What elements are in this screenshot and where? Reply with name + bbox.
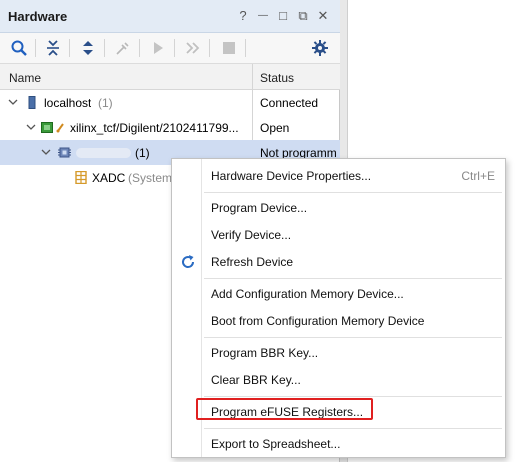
menu-item-verify-device[interactable]: Verify Device...	[172, 222, 505, 248]
chevron-down-icon[interactable]	[41, 147, 51, 157]
highlight-annotation-box	[196, 398, 373, 420]
step-icon[interactable]	[184, 39, 202, 57]
table-row[interactable]: localhost (1) Connected	[0, 90, 340, 115]
hardware-toolbar	[0, 33, 340, 64]
menu-separator	[204, 396, 502, 397]
menu-item-label: Boot from Configuration Memory Device	[211, 314, 425, 328]
search-icon[interactable]	[10, 39, 28, 57]
row-status: Connected	[260, 96, 319, 110]
restore-icon[interactable]: □	[276, 9, 290, 23]
menu-item-clear-bbr-key[interactable]: Clear BBR Key...	[172, 367, 505, 393]
row-name: XADC	[92, 171, 126, 185]
chevron-down-icon[interactable]	[26, 122, 36, 132]
board-icon	[41, 122, 53, 133]
minimize-icon[interactable]: —	[256, 9, 270, 23]
plug-icon[interactable]	[114, 39, 132, 57]
column-header-name[interactable]: Name	[9, 71, 41, 85]
row-status: Open	[260, 121, 290, 135]
table-row[interactable]: xilinx_tcf/Digilent/2102411799... Open	[0, 115, 340, 140]
menu-item-refresh-device[interactable]: Refresh Device	[172, 249, 505, 275]
chip-icon	[58, 147, 71, 158]
menu-item-label: Clear BBR Key...	[211, 373, 301, 387]
row-count: (1)	[135, 146, 150, 160]
menu-item-label: Hardware Device Properties...	[211, 169, 372, 183]
menu-separator	[204, 278, 502, 279]
panel-title-bar: Hardware ? — □ ⧉ ✕	[0, 0, 340, 33]
gear-icon[interactable]	[311, 39, 329, 57]
xadc-icon	[75, 171, 87, 184]
panel-title: Hardware	[8, 9, 68, 24]
menu-item-label: Export to Spreadsheet...	[211, 437, 341, 451]
menu-item-add-configuration-memory-device[interactable]: Add Configuration Memory Device...	[172, 281, 505, 307]
redacted-device-name	[76, 148, 131, 158]
chevron-down-icon[interactable]	[8, 97, 18, 107]
menu-item-boot-from-configuration-memory-device[interactable]: Boot from Configuration Memory Device	[172, 308, 505, 334]
menu-item-shortcut: Ctrl+E	[461, 169, 495, 183]
float-icon[interactable]: ⧉	[296, 9, 310, 23]
menu-item-program-device[interactable]: Program Device...	[172, 195, 505, 221]
link-icon	[56, 123, 64, 133]
menu-separator	[204, 428, 502, 429]
row-name: xilinx_tcf/Digilent/2102411799...	[70, 121, 239, 135]
menu-item-hardware-device-properties[interactable]: Hardware Device Properties... Ctrl+E	[172, 163, 505, 189]
menu-item-export-to-spreadsheet[interactable]: Export to Spreadsheet...	[172, 431, 505, 457]
row-count: (1)	[98, 96, 113, 110]
row-name: localhost	[44, 96, 92, 110]
menu-separator	[204, 192, 502, 193]
stop-icon[interactable]	[220, 39, 238, 57]
menu-item-label: Add Configuration Memory Device...	[211, 287, 404, 301]
server-icon	[28, 96, 36, 109]
close-icon[interactable]: ✕	[316, 9, 330, 23]
menu-item-label: Program BBR Key...	[211, 346, 319, 360]
menu-item-label: Program Device...	[211, 201, 308, 215]
menu-item-program-bbr-key[interactable]: Program BBR Key...	[172, 340, 505, 366]
help-icon[interactable]: ?	[236, 9, 250, 23]
run-icon[interactable]	[149, 39, 167, 57]
refresh-icon	[182, 255, 195, 268]
row-type: (System	[128, 171, 173, 185]
column-header-status[interactable]: Status	[260, 71, 294, 85]
menu-separator	[204, 337, 502, 338]
table-header: Name Status	[0, 64, 340, 90]
collapse-all-icon[interactable]	[44, 39, 62, 57]
menu-item-label: Refresh Device	[211, 255, 294, 269]
menu-item-label: Verify Device...	[211, 228, 292, 242]
expand-all-icon[interactable]	[79, 39, 97, 57]
